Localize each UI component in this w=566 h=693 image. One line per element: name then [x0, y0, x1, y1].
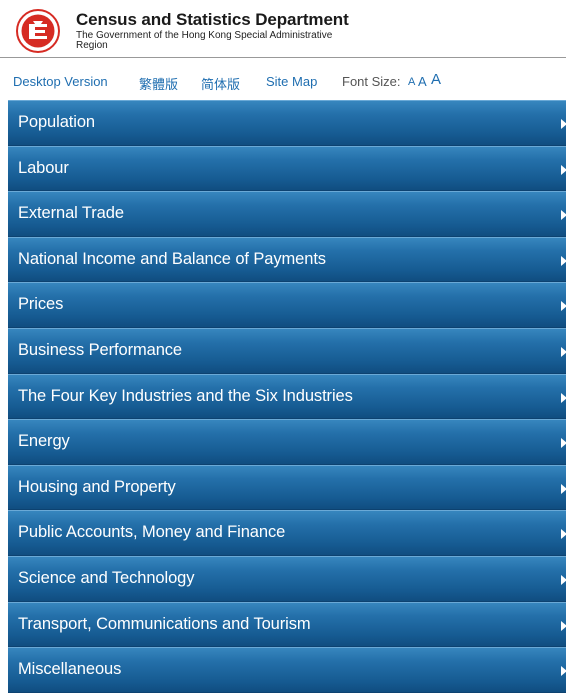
chevron-right-icon — [561, 666, 566, 677]
menu-item-science-technology[interactable]: Science and Technology — [8, 555, 566, 602]
menu-item-label: Prices — [18, 295, 64, 314]
menu-item-label: Miscellaneous — [18, 660, 122, 679]
department-subtitle: The Government of the Hong Kong Special … — [76, 30, 333, 51]
menu-item-label: External Trade — [18, 204, 124, 223]
site-header: Census and Statistics Department The Gov… — [0, 0, 566, 58]
chevron-right-icon — [561, 529, 566, 540]
menu-item-label: Energy — [18, 432, 70, 451]
font-size-small-button[interactable]: A — [408, 76, 415, 88]
menu-item-public-accounts[interactable]: Public Accounts, Money and Finance — [8, 510, 566, 556]
menu-item-external-trade[interactable]: External Trade — [8, 191, 566, 237]
simplified-chinese-link[interactable]: 简体版 — [201, 74, 240, 93]
chevron-right-icon — [561, 620, 566, 631]
hksar-emblem-icon[interactable] — [16, 9, 60, 53]
menu-item-miscellaneous[interactable]: Miscellaneous — [8, 647, 566, 693]
chevron-right-icon — [561, 438, 566, 449]
font-size-label: Font Size: — [342, 74, 401, 89]
menu-item-prices[interactable]: Prices — [8, 282, 566, 328]
menu-item-national-income[interactable]: National Income and Balance of Payments — [8, 236, 566, 283]
menu-item-label: Business Performance — [18, 340, 182, 359]
department-title: Census and Statistics Department — [76, 10, 349, 29]
chevron-right-icon — [561, 210, 566, 221]
menu-item-key-industries[interactable]: The Four Key Industries and the Six Indu… — [8, 373, 566, 420]
menu-item-business-performance[interactable]: Business Performance — [8, 327, 566, 374]
site-map-link[interactable]: Site Map — [266, 74, 317, 89]
chevron-right-icon — [561, 164, 566, 175]
menu-item-label: Labour — [18, 158, 69, 177]
menu-item-label: National Income and Balance of Payments — [18, 249, 326, 268]
chevron-right-icon — [561, 483, 566, 494]
font-size-large-button[interactable]: A — [431, 71, 441, 88]
traditional-chinese-link[interactable]: 繁體版 — [139, 74, 178, 93]
menu-item-label: Population — [18, 113, 95, 131]
chevron-right-icon — [561, 119, 566, 129]
menu-item-energy[interactable]: Energy — [8, 419, 566, 465]
menu-item-label: Public Accounts, Money and Finance — [18, 523, 286, 542]
menu-item-label: Science and Technology — [18, 568, 195, 587]
chevron-right-icon — [561, 301, 566, 312]
category-menu: Population Labour External Trade Nationa… — [8, 100, 566, 693]
menu-item-label: Transport, Communications and Tourism — [18, 614, 311, 633]
menu-item-housing-property[interactable]: Housing and Property — [8, 464, 566, 511]
menu-item-transport-tourism[interactable]: Transport, Communications and Tourism — [8, 601, 566, 648]
desktop-version-link[interactable]: Desktop Version — [13, 74, 108, 89]
font-size-medium-button[interactable]: A — [418, 74, 427, 89]
menu-item-label: The Four Key Industries and the Six Indu… — [18, 386, 353, 405]
menu-item-population[interactable]: Population — [8, 100, 566, 146]
menu-item-labour[interactable]: Labour — [8, 145, 566, 192]
chevron-right-icon — [561, 574, 566, 585]
chevron-right-icon — [561, 255, 566, 266]
top-links-bar: Desktop Version 繁體版 简体版 Site Map Font Si… — [0, 58, 566, 100]
menu-item-label: Housing and Property — [18, 477, 176, 496]
chevron-right-icon — [561, 392, 566, 403]
chevron-right-icon — [561, 346, 566, 357]
